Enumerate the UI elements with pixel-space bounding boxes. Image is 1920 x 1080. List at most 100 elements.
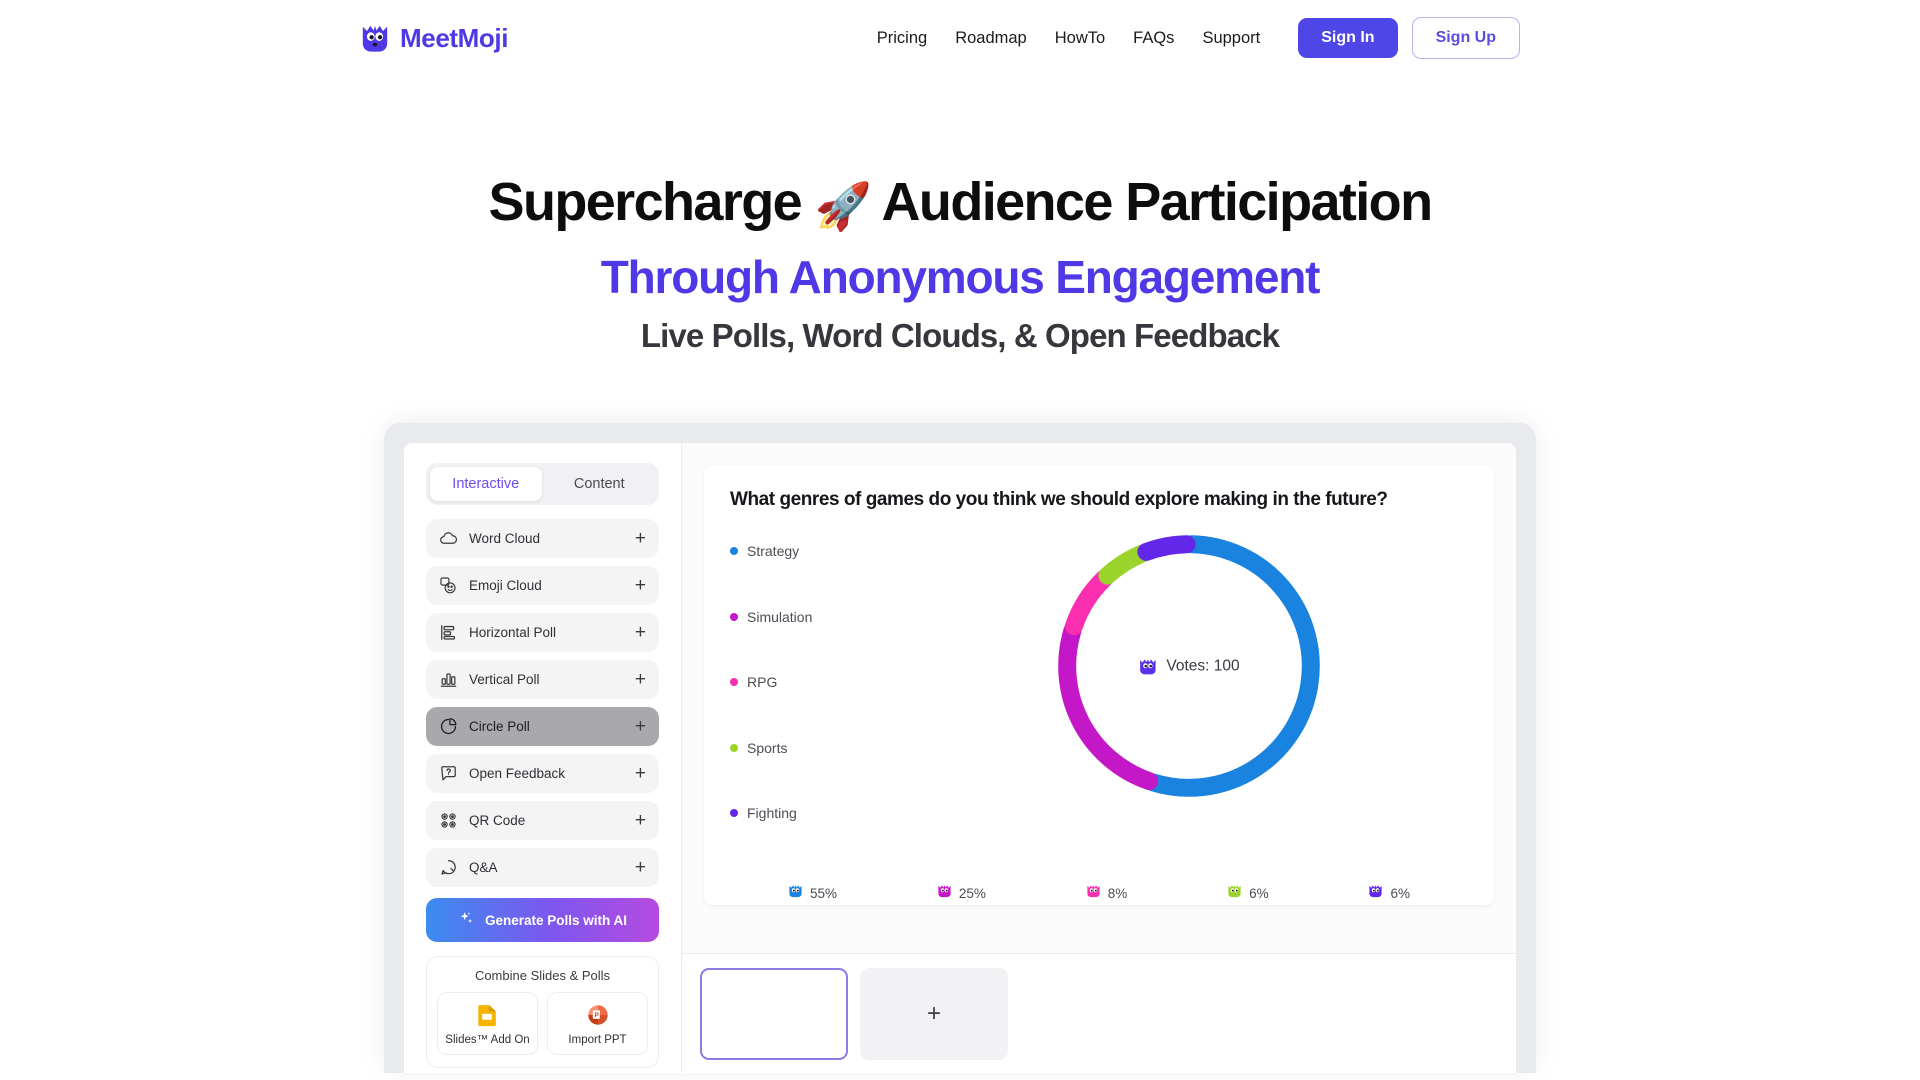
- app-sidebar: Interactive Content Word Cloud + Emoji C…: [404, 443, 682, 1074]
- question-bubble-icon: [439, 764, 458, 783]
- app-window: Interactive Content Word Cloud + Emoji C…: [404, 443, 1516, 1074]
- add-tool-button[interactable]: +: [635, 529, 646, 548]
- legend-label: Strategy: [747, 543, 800, 560]
- ghost-icon: [1227, 883, 1242, 903]
- slides-add-on-label: Slides™ Add On: [445, 1034, 530, 1047]
- hero-subheadline: Through Anonymous Engagement: [600, 250, 1321, 303]
- percentage-fighting: 6%: [1368, 883, 1410, 903]
- ghost-icon: [1138, 657, 1157, 676]
- tool-label: Word Cloud: [469, 531, 541, 547]
- percentage-simulation: 25%: [937, 883, 986, 903]
- add-tool-button[interactable]: +: [635, 576, 646, 595]
- sign-up-button[interactable]: Sign Up: [1411, 17, 1520, 59]
- powerpoint-icon: P: [550, 1002, 645, 1028]
- add-slide-button[interactable]: +: [860, 968, 1008, 1061]
- ghost-icon: [1368, 883, 1383, 903]
- tool-item-horizontal-poll[interactable]: Horizontal Poll +: [426, 613, 659, 653]
- tool-list: Word Cloud + Emoji Cloud + Horizontal Po…: [426, 519, 659, 888]
- legend-item-simulation: Simulation: [730, 609, 910, 625]
- slides-add-on-card[interactable]: Slides™ Add On: [437, 992, 538, 1056]
- tool-item-vertical-poll[interactable]: Vertical Poll +: [426, 660, 659, 700]
- nav-link-roadmap[interactable]: Roadmap: [941, 21, 1041, 56]
- percentage-row: 55% 25% 8% 6% 6%: [728, 883, 1470, 903]
- donut-segment-fighting: [1137, 535, 1196, 562]
- tool-label: Q&A: [469, 860, 498, 876]
- import-ppt-label: Import PPT: [568, 1034, 627, 1047]
- circle-poll-chart: Strategy Simulation RPG Sports Fighting …: [730, 521, 1468, 851]
- percentage-label: 6%: [1249, 885, 1269, 901]
- percentage-label: 8%: [1107, 885, 1128, 901]
- add-tool-button[interactable]: +: [635, 623, 646, 642]
- add-tool-button[interactable]: +: [635, 670, 646, 689]
- ghost-icon: [788, 883, 803, 903]
- hero-headline-part1: Supercharge: [488, 172, 815, 232]
- google-slides-icon: [440, 1002, 535, 1028]
- tool-item-emoji-cloud[interactable]: Emoji Cloud +: [426, 566, 659, 606]
- legend-label: Fighting: [747, 805, 797, 822]
- donut-chart-wrap: Votes: 100: [910, 521, 1468, 851]
- import-ppt-card[interactable]: P Import PPT: [547, 992, 648, 1056]
- add-tool-button[interactable]: +: [635, 858, 646, 877]
- rocket-icon: 🚀: [814, 180, 871, 232]
- legend-color-swatch: [730, 547, 738, 556]
- sign-in-button[interactable]: Sign In: [1298, 18, 1398, 58]
- tool-label: Horizontal Poll: [469, 625, 557, 641]
- combine-slides-panel: Combine Slides & Polls Slides™ Add On P …: [426, 956, 659, 1069]
- legend-color-swatch: [730, 612, 738, 621]
- nav-link-howto[interactable]: HowTo: [1041, 21, 1119, 56]
- sidebar-tab-group: Interactive Content: [426, 463, 659, 506]
- poll-question: What genres of games do you think we sho…: [730, 489, 1388, 511]
- percentage-strategy: 55%: [788, 883, 837, 903]
- pie-chart-icon: [439, 717, 458, 736]
- tool-item-word-cloud[interactable]: Word Cloud +: [426, 519, 659, 559]
- nav-link-support[interactable]: Support: [1188, 21, 1274, 56]
- add-tool-button[interactable]: +: [635, 717, 646, 736]
- legend-item-sports: Sports: [730, 740, 910, 756]
- tool-item-circle-poll[interactable]: Circle Poll +: [426, 707, 659, 747]
- tool-item-qr-code[interactable]: QR Code +: [426, 801, 659, 841]
- percentage-label: 55%: [810, 885, 838, 901]
- nav-link-pricing[interactable]: Pricing: [863, 21, 941, 56]
- legend-item-fighting: Fighting: [730, 805, 910, 821]
- hero-headline: Supercharge 🚀 Audience Participation: [0, 172, 1920, 233]
- tool-label: Circle Poll: [469, 719, 530, 735]
- donut-chart: Votes: 100: [1044, 521, 1334, 811]
- donut-center-label: Votes: 100: [1138, 657, 1240, 676]
- legend-color-swatch: [730, 678, 738, 687]
- speech-bubble-icon: [439, 858, 458, 877]
- brand-logo[interactable]: MeetMoji: [360, 23, 508, 54]
- tab-interactive[interactable]: Interactive: [430, 467, 542, 502]
- nav-link-faqs[interactable]: FAQs: [1119, 21, 1188, 56]
- app-mockup-frame: Interactive Content Word Cloud + Emoji C…: [384, 423, 1536, 1074]
- tool-item-qa[interactable]: Q&A +: [426, 848, 659, 888]
- slide-thumbnail-1[interactable]: [700, 968, 848, 1061]
- donut-segment-simulation: [1058, 622, 1159, 791]
- hero-section: Supercharge 🚀 Audience Participation Thr…: [0, 76, 1920, 355]
- legend-color-swatch: [730, 809, 738, 818]
- generate-polls-with-ai-button[interactable]: Generate Polls with AI: [426, 898, 659, 943]
- legend-item-rpg: RPG: [730, 674, 910, 690]
- meetmoji-ghost-logo-icon: [360, 23, 390, 53]
- chart-legend: Strategy Simulation RPG Sports Fighting: [730, 521, 910, 821]
- poll-slide: What genres of games do you think we sho…: [704, 465, 1494, 906]
- add-tool-button[interactable]: +: [635, 764, 646, 783]
- cloud-icon: [439, 529, 458, 548]
- ghost-icon: [937, 883, 952, 903]
- percentage-sports: 6%: [1227, 883, 1269, 903]
- tool-label: Emoji Cloud: [469, 578, 542, 594]
- sparkles-icon: [458, 910, 475, 930]
- ghost-icon: [1086, 883, 1101, 903]
- legend-label: Simulation: [747, 608, 813, 625]
- combine-card-row: Slides™ Add On P Import PPT: [437, 992, 648, 1056]
- brand-name: MeetMoji: [400, 22, 509, 53]
- tool-item-open-feedback[interactable]: Open Feedback +: [426, 754, 659, 794]
- svg-text:P: P: [594, 1012, 599, 1019]
- tab-content[interactable]: Content: [544, 467, 656, 501]
- app-main-canvas: What genres of games do you think we sho…: [682, 443, 1516, 1074]
- legend-label: RPG: [747, 674, 778, 691]
- tool-label: Open Feedback: [469, 766, 566, 782]
- votes-text: Votes: 100: [1166, 657, 1240, 675]
- ai-button-label: Generate Polls with AI: [484, 912, 628, 928]
- add-tool-button[interactable]: +: [635, 811, 646, 830]
- qr-code-icon: [439, 811, 458, 830]
